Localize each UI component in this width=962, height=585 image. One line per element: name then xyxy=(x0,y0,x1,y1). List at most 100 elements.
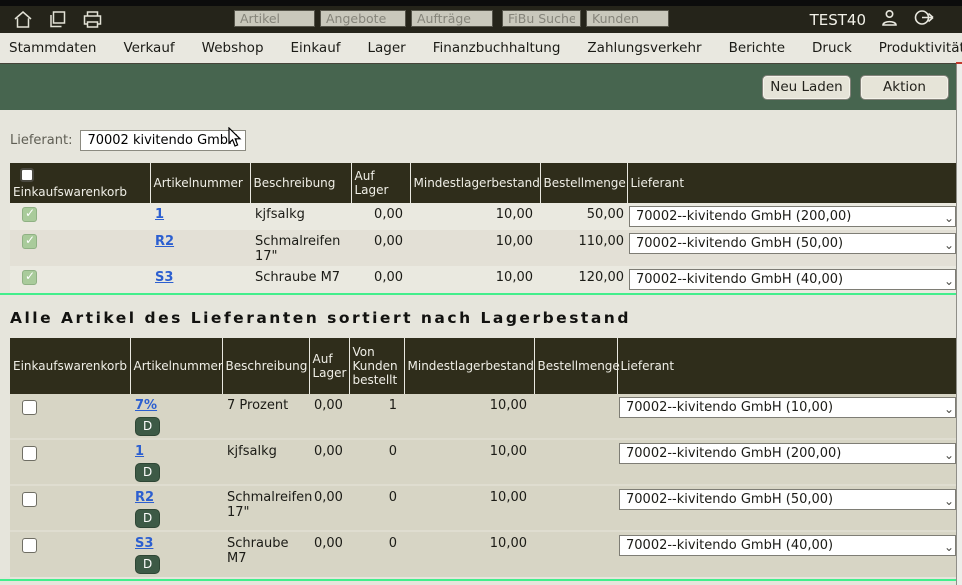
supplier-select[interactable]: 70002--kivitendo GmbH (10,00)⌄ xyxy=(619,397,956,418)
search-input-artikel[interactable] xyxy=(234,10,315,27)
on-stock-value: 0,00 xyxy=(309,394,349,439)
details-badge[interactable]: D xyxy=(135,555,160,574)
column-header: Einkaufswarenkorb xyxy=(13,185,147,199)
menu-item-finanzbuchhaltung[interactable]: Finanzbuchhaltung xyxy=(433,40,561,56)
content: Lieferant: Einkaufswarenkorb Artikelnumm… xyxy=(0,129,962,581)
article-description: Schraube M7 xyxy=(250,266,351,293)
details-badge[interactable]: D xyxy=(135,417,160,436)
details-badge[interactable]: D xyxy=(135,463,160,482)
search-input-angebote[interactable] xyxy=(320,10,406,27)
article-number-link[interactable]: 1 xyxy=(155,207,164,222)
menu-item-stammdaten[interactable]: Stammdaten xyxy=(9,40,96,56)
on-stock-value: 0,00 xyxy=(351,230,410,266)
search-input-kunden[interactable] xyxy=(586,10,669,27)
column-header: Einkaufswarenkorb xyxy=(10,338,130,394)
supplier-select[interactable]: 70002--kivitendo GmbH (40,00)⌄ xyxy=(629,269,956,290)
table-row: S3 D Schraube M7 0,00 0 10,00 70002--kiv… xyxy=(10,531,958,577)
column-header: Beschreibung xyxy=(222,338,309,394)
ordered-by-customers-value: 0 xyxy=(349,439,404,485)
supplier-select[interactable]: 70002--kivitendo GmbH (200,00)⌄ xyxy=(619,443,956,464)
search-input-fibu[interactable] xyxy=(502,10,581,27)
chevron-down-icon: ⌄ xyxy=(944,236,954,254)
viewport-edge-artifact xyxy=(956,62,962,64)
table-row: 1 kjfsalkg 0,00 10,00 50,00 70002--kivit… xyxy=(10,203,958,230)
chevron-down-icon: ⌄ xyxy=(944,400,954,418)
column-header: Auf Lager xyxy=(351,163,410,203)
min-stock-value: 10,00 xyxy=(410,266,540,293)
chevron-down-icon: ⌄ xyxy=(944,209,954,227)
article-description: 7 Prozent xyxy=(222,394,309,439)
row-checkbox[interactable] xyxy=(22,538,37,553)
chevron-down-icon: ⌄ xyxy=(944,272,954,290)
min-stock-value: 10,00 xyxy=(404,531,534,577)
home-icon[interactable] xyxy=(13,10,33,29)
supplier-select[interactable]: 70002--kivitendo GmbH (200,00)⌄ xyxy=(629,206,956,227)
on-stock-value: 0,00 xyxy=(309,439,349,485)
order-qty-value: 120,00 xyxy=(540,266,627,293)
article-number-link[interactable]: S3 xyxy=(135,536,153,551)
basket-table: Einkaufswarenkorb Artikelnummer Beschrei… xyxy=(10,163,958,293)
topbar: TEST40 xyxy=(0,6,962,33)
article-number-link[interactable]: R2 xyxy=(155,234,174,249)
details-badge[interactable]: D xyxy=(135,509,160,528)
menu-item-druck[interactable]: Druck xyxy=(812,40,852,56)
min-stock-value: 10,00 xyxy=(410,230,540,266)
article-description: kjfsalkg xyxy=(250,203,351,230)
mouse-cursor xyxy=(228,127,243,148)
min-stock-value: 10,00 xyxy=(410,203,540,230)
article-number-link[interactable]: R2 xyxy=(135,490,154,505)
article-number-link[interactable]: 7% xyxy=(135,398,157,413)
column-header: Auf Lager xyxy=(309,338,349,394)
min-stock-value: 10,00 xyxy=(404,439,534,485)
min-stock-value: 10,00 xyxy=(404,394,534,439)
row-checkbox[interactable] xyxy=(22,446,37,461)
column-header: Artikelnummer xyxy=(150,163,250,203)
menu-item-lager[interactable]: Lager xyxy=(368,40,406,56)
column-header: Lieferant xyxy=(617,338,958,394)
column-header: Artikelnummer xyxy=(130,338,222,394)
row-checkbox[interactable] xyxy=(22,270,37,285)
row-checkbox[interactable] xyxy=(22,400,37,415)
ordered-by-customers-value: 1 xyxy=(349,394,404,439)
menu-item-berichte[interactable]: Berichte xyxy=(729,40,785,56)
search-input-auftraege[interactable] xyxy=(411,10,493,27)
viewport-edge xyxy=(956,64,962,585)
client-name: TEST40 xyxy=(810,11,866,29)
menu-item-zahlungsverkehr[interactable]: Zahlungsverkehr xyxy=(587,40,701,56)
logout-icon[interactable] xyxy=(913,8,936,31)
order-qty-value xyxy=(534,531,617,577)
column-header: Mindestlagerbestand xyxy=(410,163,540,203)
menu-item-verkauf[interactable]: Verkauf xyxy=(123,40,174,56)
chevron-down-icon: ⌄ xyxy=(944,446,954,464)
action-button[interactable]: Aktion xyxy=(860,75,949,100)
supplier-input[interactable] xyxy=(80,130,246,151)
row-checkbox[interactable] xyxy=(22,492,37,507)
all-articles-table: Einkaufswarenkorb Artikelnummer Beschrei… xyxy=(10,338,958,577)
copy-icon[interactable] xyxy=(48,10,67,29)
article-description: Schmalreifen 17" xyxy=(250,230,351,266)
supplier-label: Lieferant: xyxy=(10,133,72,148)
menu-item-einkauf[interactable]: Einkauf xyxy=(291,40,341,56)
menu-item-webshop[interactable]: Webshop xyxy=(202,40,264,56)
ordered-by-customers-value: 0 xyxy=(349,485,404,531)
print-icon[interactable] xyxy=(82,10,103,29)
supplier-select[interactable]: 70002--kivitendo GmbH (40,00)⌄ xyxy=(619,535,956,556)
select-all-checkbox[interactable] xyxy=(20,168,34,182)
table-row: 1 D kjfsalkg 0,00 0 10,00 70002--kiviten… xyxy=(10,439,958,485)
order-qty-value xyxy=(534,485,617,531)
column-header: Bestellmenge xyxy=(534,338,617,394)
supplier-select[interactable]: 70002--kivitendo GmbH (50,00)⌄ xyxy=(629,233,956,254)
article-number-link[interactable]: 1 xyxy=(135,444,144,459)
on-stock-value: 0,00 xyxy=(351,203,410,230)
user-icon[interactable] xyxy=(880,8,899,31)
main-menu: Stammdaten Verkauf Webshop Einkauf Lager… xyxy=(0,33,962,64)
reload-button[interactable]: Neu Laden xyxy=(762,75,851,100)
row-checkbox[interactable] xyxy=(22,234,37,249)
menu-item-produktivitaet[interactable]: Produktivität xyxy=(879,40,962,56)
column-header: Mindestlagerbestand xyxy=(404,338,534,394)
supplier-select[interactable]: 70002--kivitendo GmbH (50,00)⌄ xyxy=(619,489,956,510)
row-checkbox[interactable] xyxy=(22,207,37,222)
article-number-link[interactable]: S3 xyxy=(155,270,173,285)
min-stock-value: 10,00 xyxy=(404,485,534,531)
article-description: kjfsalkg xyxy=(222,439,309,485)
